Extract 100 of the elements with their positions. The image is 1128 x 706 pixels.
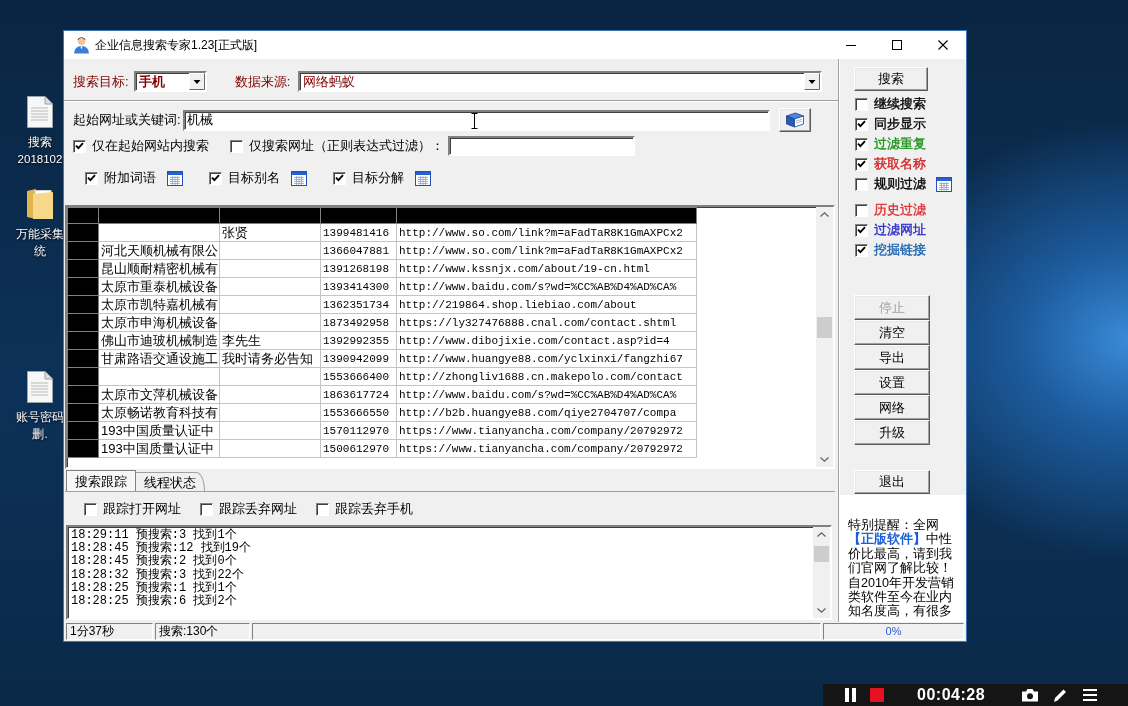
document-icon[interactable] xyxy=(27,371,53,403)
scroll-down-icon[interactable] xyxy=(817,608,826,613)
checkbox-label[interactable]: 目标别名 xyxy=(228,170,280,186)
table-icon[interactable] xyxy=(291,170,307,186)
table-icon[interactable] xyxy=(936,176,952,192)
table-cell: 甘肃路语交通设施工 xyxy=(98,349,220,368)
checkbox-label[interactable]: 附加词语 xyxy=(104,170,156,186)
table-cell: http://www.so.com/link?m=aFadTaR8K1GmAXPCx2 xyxy=(396,223,697,242)
scrollbar-thumb[interactable] xyxy=(814,546,829,562)
table-cell: 1366047881 xyxy=(320,241,397,260)
checkbox[interactable] xyxy=(855,177,868,191)
checkbox[interactable] xyxy=(855,243,868,257)
action-button[interactable]: 设置 xyxy=(854,370,930,395)
column-header[interactable] xyxy=(67,207,99,224)
folder-icon[interactable] xyxy=(26,188,54,220)
scrollbar-thumb[interactable] xyxy=(817,317,832,338)
tab[interactable]: 线程状态 xyxy=(135,472,205,491)
action-button[interactable]: 导出 xyxy=(854,345,930,370)
action-button[interactable]: 网络 xyxy=(854,395,930,420)
keyword-field[interactable]: 机械 xyxy=(182,109,770,131)
checkbox[interactable] xyxy=(333,171,346,185)
scroll-up-icon[interactable] xyxy=(820,212,829,217)
table-cell: https://www.tianyancha.com/company/20792972 xyxy=(396,439,697,458)
data-source-label: 数据来源: xyxy=(234,73,291,90)
checkbox[interactable] xyxy=(855,223,868,237)
log-line: 18:28:32 预搜索:3 找到22个 xyxy=(71,568,245,582)
table-cell: http://zhongliv1688.cn.makepolo.com/contact xyxy=(396,367,697,386)
pen-icon[interactable] xyxy=(1053,687,1068,703)
action-button[interactable]: 升级 xyxy=(854,420,930,445)
table-cell: 1362351734 xyxy=(320,295,397,314)
maximize-icon[interactable] xyxy=(892,40,902,50)
checkbox-label[interactable]: 跟踪打开网址 xyxy=(103,501,181,517)
menu-icon[interactable] xyxy=(1083,689,1098,701)
recording-time: 00:04:28 xyxy=(917,685,986,705)
checkbox[interactable] xyxy=(209,171,222,185)
checkbox[interactable] xyxy=(73,139,86,153)
checkbox[interactable] xyxy=(316,502,329,516)
table-cell: 我时请务必告知 xyxy=(219,349,321,368)
checkbox-label[interactable]: 历史过滤 xyxy=(874,202,926,218)
document-icon[interactable] xyxy=(27,96,53,128)
checkbox[interactable] xyxy=(230,139,243,153)
search-target-dropdown[interactable]: 手机 xyxy=(133,71,207,92)
column-header[interactable] xyxy=(320,207,397,224)
table-cell: 1390942099 xyxy=(320,349,397,368)
scroll-down-icon[interactable] xyxy=(820,457,829,462)
window-title: 企业信息搜索专家1.23[正式版] xyxy=(95,37,258,53)
dropdown-arrow-icon[interactable] xyxy=(804,73,821,90)
checkbox[interactable] xyxy=(200,502,213,516)
checkbox[interactable] xyxy=(855,203,868,217)
file-name-label[interactable]: 账号密码 删. xyxy=(16,409,64,443)
close-icon[interactable] xyxy=(938,40,948,50)
checkbox-label[interactable]: 跟踪丢弃手机 xyxy=(335,501,413,517)
checkbox[interactable] xyxy=(85,171,98,185)
file-name-label[interactable]: 万能采集 统 xyxy=(16,226,64,260)
file-name-label[interactable]: 搜索 2018102 xyxy=(17,134,63,168)
log-line: 18:28:45 预搜索:2 找到0个 xyxy=(71,555,237,569)
search-button[interactable]: 搜索 xyxy=(854,67,928,91)
table-cell: http://www.baidu.com/s?wd=%CC%AB%D4%AD%CA% xyxy=(396,277,697,296)
checkbox-label[interactable]: 仅搜索网址（正则表达式过滤）： xyxy=(249,138,444,154)
table-cell: 1570112970 xyxy=(320,421,397,440)
table-icon[interactable] xyxy=(415,170,431,186)
book-button[interactable] xyxy=(778,108,811,132)
checkbox[interactable] xyxy=(855,117,868,131)
table-cell: http://www.baidu.com/s?wd=%CC%AB%D4%AD%CA% xyxy=(396,385,697,404)
checkbox-label[interactable]: 仅在起始网站内搜索 xyxy=(92,138,209,154)
checkbox-label[interactable]: 同步显示 xyxy=(874,116,926,132)
checkbox-label[interactable]: 挖掘链接 xyxy=(874,242,926,258)
checkbox-label[interactable]: 跟踪丢弃网址 xyxy=(219,501,297,517)
table-cell: http://www.so.com/link?m=aFadTaR8K1GmAXPCx2 xyxy=(396,241,697,260)
table-cell: 太原市重泰机械设备 xyxy=(98,277,220,296)
action-button[interactable]: 清空 xyxy=(854,320,930,345)
camera-icon[interactable] xyxy=(1021,688,1040,702)
vertical-scrollbar[interactable] xyxy=(816,207,833,467)
checkbox-label[interactable]: 过滤网址 xyxy=(874,222,926,238)
checkbox[interactable] xyxy=(855,157,868,171)
table-icon[interactable] xyxy=(167,170,183,186)
table-cell: 193中国质量认证中 xyxy=(98,421,220,440)
checkbox-label[interactable]: 规则过滤 xyxy=(874,176,926,192)
checkbox-label[interactable]: 过滤重复 xyxy=(874,136,926,152)
minimize-icon[interactable] xyxy=(846,44,856,46)
vertical-scrollbar[interactable] xyxy=(813,527,830,618)
checkbox-label[interactable]: 目标分解 xyxy=(352,170,404,186)
column-header[interactable] xyxy=(98,207,220,224)
scroll-up-icon[interactable] xyxy=(817,532,826,537)
column-header[interactable] xyxy=(396,207,697,224)
checkbox-label[interactable]: 获取名称 xyxy=(874,156,926,172)
data-source-dropdown[interactable]: 网络蚂蚁 xyxy=(298,71,823,92)
column-header[interactable] xyxy=(219,207,321,224)
tab[interactable]: 搜索跟踪 xyxy=(66,470,136,491)
dropdown-arrow-icon[interactable] xyxy=(188,73,205,90)
checkbox[interactable] xyxy=(84,502,97,516)
search-target-label: 搜索目标: xyxy=(73,73,129,90)
table-cell: 河北天顺机械有限公 xyxy=(98,241,220,260)
checkbox[interactable] xyxy=(855,97,868,111)
table-cell: http://b2b.huangye88.com/qiye2704707/compa xyxy=(396,403,697,422)
checkbox[interactable] xyxy=(855,137,868,151)
pause-icon[interactable] xyxy=(845,688,856,702)
regex-filter-field[interactable] xyxy=(448,136,635,156)
exit-button[interactable]: 退出 xyxy=(854,470,930,494)
checkbox-label[interactable]: 继续搜索 xyxy=(874,96,926,112)
